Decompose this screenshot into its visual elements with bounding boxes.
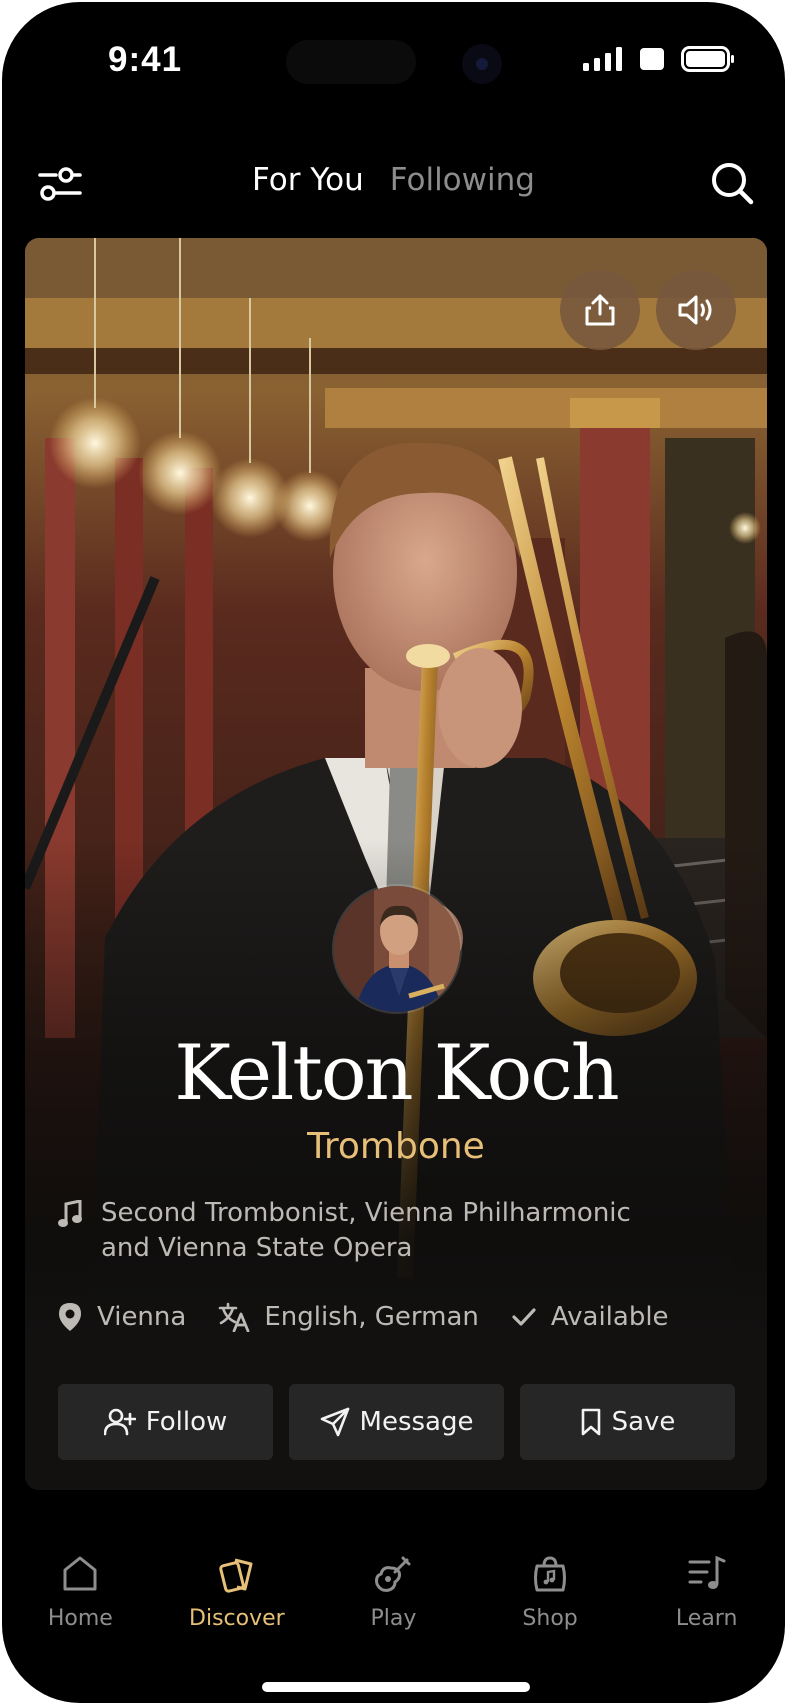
tab-discover[interactable]: Discover [159,1554,316,1631]
status-icons [583,46,735,72]
avatar-photo [334,886,460,1012]
location-text: Vienna [97,1302,187,1332]
message-button[interactable]: Message [289,1384,504,1460]
bag-icon [534,1556,567,1592]
home-indicator [262,1682,530,1692]
tab-discover-label: Discover [189,1606,285,1631]
languages-text: English, German [264,1302,479,1332]
speaker-icon [678,295,712,325]
bottom-tab-bar: Home Discover Play Shop Learn [2,1554,785,1631]
music-note-icon [58,1200,82,1227]
wifi-icon [640,48,664,70]
bookmark-icon [581,1408,600,1436]
meta-row: Vienna English, German Available [57,1302,689,1332]
profile-card[interactable]: Kelton Koch Trombone Second Trombonist, … [25,238,767,1490]
cards-icon [219,1558,253,1593]
tab-play[interactable]: Play [315,1554,472,1631]
follow-button[interactable]: Follow [58,1384,273,1460]
save-button[interactable]: Save [520,1384,735,1460]
location-item: Vienna [57,1302,186,1332]
tab-shop-label: Shop [522,1606,578,1631]
send-icon [320,1407,349,1437]
status-time: 9:41 [108,40,183,79]
follow-label: Follow [145,1407,228,1437]
battery-icon [681,46,734,72]
front-camera [462,44,502,84]
sound-button[interactable] [656,270,736,350]
tab-following[interactable]: Following [390,162,535,198]
bio-text: Second Trombonist, Vienna Philharmonic a… [101,1198,631,1263]
tab-home[interactable]: Home [2,1554,159,1631]
action-buttons: Follow Message Save [58,1384,735,1460]
tab-play-label: Play [370,1606,417,1631]
phone-screen: 9:41 For You Following Kelton Koch Tromb… [2,2,785,1703]
availability-item: Available [511,1302,669,1332]
bio-row: Second Trombonist, Vienna Philharmonic a… [57,1196,681,1266]
tab-for-you[interactable]: For You [252,162,364,198]
music-list-icon [688,1555,726,1589]
share-icon [585,294,615,326]
feed-tabs: For You Following [2,162,785,198]
translate-icon [219,1302,250,1332]
tab-home-label: Home [47,1606,113,1631]
guitar-icon [375,1556,411,1592]
save-label: Save [611,1407,676,1437]
dynamic-island [286,40,416,84]
performer-name: Kelton Koch [174,1028,619,1117]
avatar[interactable] [332,884,462,1014]
share-button[interactable] [560,270,640,350]
location-pin-icon [59,1303,81,1331]
cellular-signal-icon [583,47,622,71]
home-icon [63,1556,97,1591]
availability-text: Available [550,1302,669,1332]
message-label: Message [359,1407,474,1437]
tab-learn[interactable]: Learn [628,1554,785,1631]
instrument-label: Trombone [307,1126,485,1167]
add-user-icon [103,1408,136,1436]
languages-item: English, German [218,1302,479,1332]
tab-shop[interactable]: Shop [472,1554,629,1631]
tab-learn-label: Learn [675,1606,738,1631]
search-icon[interactable] [709,160,755,206]
checkmark-icon [512,1308,536,1326]
